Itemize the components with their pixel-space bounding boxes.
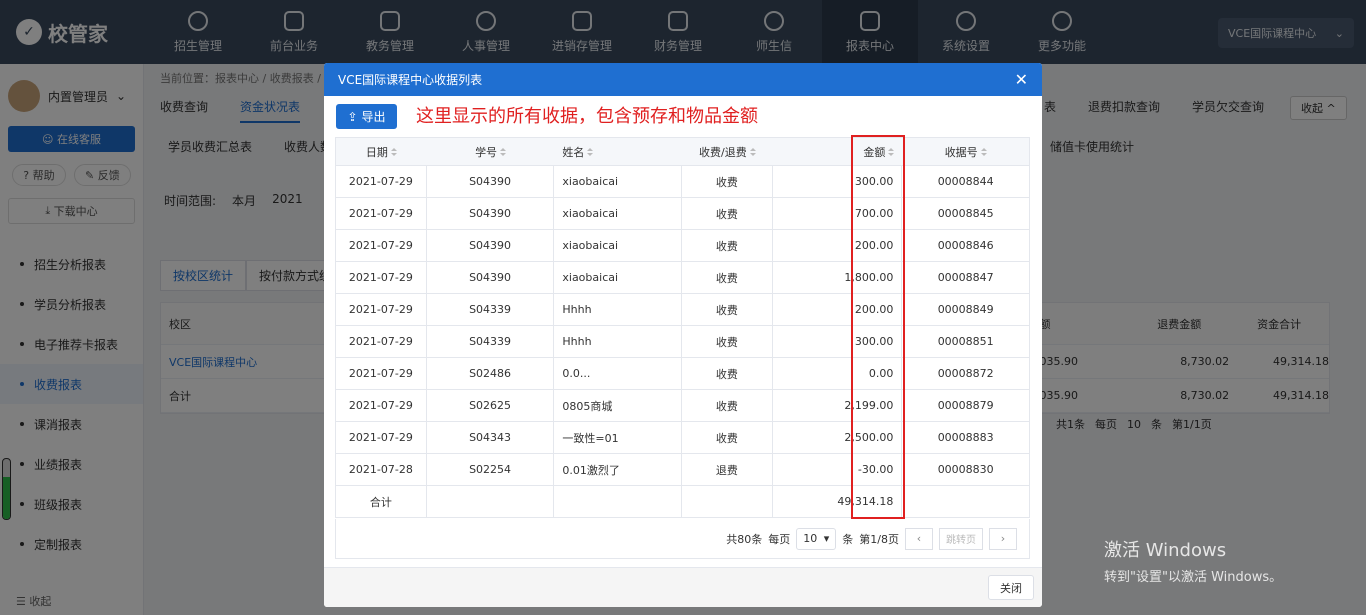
cell-type: 收费 <box>682 166 773 197</box>
cell-student-no: S04339 <box>427 326 555 357</box>
next-page-button[interactable]: › <box>989 527 1017 550</box>
cell-name: 0.01激烈了 <box>554 454 682 485</box>
cell-date: 2021-07-28 <box>336 454 427 485</box>
cell-type: 收费 <box>682 358 773 389</box>
cell-date: 2021-07-29 <box>336 230 427 261</box>
modal-footer: 关闭 <box>324 567 1042 607</box>
prev-page-button[interactable]: ‹ <box>905 527 933 550</box>
table-row[interactable]: 2021-07-29 S04343 一致性=01 收费 2,500.00 00008883 <box>336 422 1029 454</box>
modal-pager: 共80条 每页 10 ▾ 条 第1/8页 ‹ 跳转页 › <box>335 519 1030 559</box>
cell-type: 收费 <box>682 230 773 261</box>
cell-student-no: S02486 <box>427 358 555 389</box>
modal-header: VCE国际课程中心收据列表 ✕ <box>324 63 1042 96</box>
close-icon[interactable]: ✕ <box>1015 70 1028 89</box>
cell-receipt-no: 00008847 <box>937 271 994 284</box>
cell-date: 2021-07-29 <box>336 326 427 357</box>
annotation-highlight-box <box>851 135 905 519</box>
table-row[interactable]: 2021-07-29 S04390 xiaobaicai 收费 700.00 000088… <box>336 198 1029 230</box>
receipt-list-modal: VCE国际课程中心收据列表 ✕ ⇪ 导出 这里显示的所有收据，包含预存和物品金额 … <box>324 63 1042 607</box>
cell-type: 收费 <box>682 198 773 229</box>
col-name[interactable]: 姓名 <box>554 138 682 165</box>
cell-type: 收费 <box>682 390 773 421</box>
cell-receipt-no: 00008844 <box>937 175 994 188</box>
cell-student-no: S04390 <box>427 198 555 229</box>
table-body: 2021-07-29 S04390 xiaobaicai 收费 300.00 000088… <box>336 166 1029 486</box>
cell-name: Hhhh <box>554 294 682 325</box>
cell-name: 0.0... <box>554 358 682 389</box>
col-student-no[interactable]: 学号 <box>427 138 555 165</box>
cell-date: 2021-07-29 <box>336 390 427 421</box>
modal-title: VCE国际课程中心收据列表 <box>338 73 483 87</box>
cell-type: 收费 <box>682 422 773 453</box>
table-total-row: 合计 49,314.18 <box>336 486 1029 518</box>
cell-receipt-no: 00008883 <box>937 431 994 444</box>
cell-name: Hhhh <box>554 326 682 357</box>
cell-name: xiaobaicai <box>554 262 682 293</box>
sort-caret-icon <box>749 147 756 156</box>
cell-type: 收费 <box>682 326 773 357</box>
sort-caret-icon <box>390 147 397 156</box>
modal-toolbar: ⇪ 导出 这里显示的所有收据，包含预存和物品金额 <box>324 96 1042 134</box>
col-type[interactable]: 收费/退费 <box>682 138 773 165</box>
upload-icon: ⇪ <box>347 109 358 124</box>
cell-type: 收费 <box>682 294 773 325</box>
cell-type: 退费 <box>682 454 773 485</box>
chevron-down-icon: ▾ <box>823 532 830 545</box>
cell-receipt-no: 00008830 <box>937 463 994 476</box>
jump-page-input[interactable]: 跳转页 <box>939 527 983 550</box>
col-receipt-no[interactable]: 收据号 <box>902 138 1029 165</box>
table-header: 日期 学号 姓名 收费/退费 金额 收据号 <box>336 138 1029 166</box>
annotation-note: 这里显示的所有收据，包含预存和物品金额 <box>416 106 758 127</box>
cell-student-no: S04390 <box>427 262 555 293</box>
cell-student-no: S04343 <box>427 422 555 453</box>
col-date[interactable]: 日期 <box>336 138 427 165</box>
chevron-left-icon: ‹ <box>916 532 922 545</box>
cell-name: xiaobaicai <box>554 230 682 261</box>
cell-name: 0805商城 <box>554 390 682 421</box>
cell-date: 2021-07-29 <box>336 294 427 325</box>
cell-date: 2021-07-29 <box>336 198 427 229</box>
page-size-select[interactable]: 10 ▾ <box>796 527 837 550</box>
table-row[interactable]: 2021-07-29 S04339 Hhhh 收费 300.00 00008851 <box>336 326 1029 358</box>
windows-activation-watermark: 激活 Windows 转到"设置"以激活 Windows。 <box>1104 540 1283 585</box>
cell-student-no: S04339 <box>427 294 555 325</box>
cell-receipt-no: 00008849 <box>937 303 994 316</box>
cell-receipt-no: 00008872 <box>937 367 994 380</box>
cell-type: 收费 <box>682 262 773 293</box>
cell-receipt-no: 00008846 <box>937 239 994 252</box>
sort-caret-icon <box>587 147 594 156</box>
cell-name: xiaobaicai <box>554 166 682 197</box>
table-row[interactable]: 2021-07-29 S04339 Hhhh 收费 200.00 00008849 <box>336 294 1029 326</box>
cell-date: 2021-07-29 <box>336 166 427 197</box>
cell-student-no: S02254 <box>427 454 555 485</box>
sort-caret-icon <box>980 147 987 156</box>
export-button[interactable]: ⇪ 导出 <box>336 104 397 129</box>
cell-student-no: S02625 <box>427 390 555 421</box>
close-button[interactable]: 关闭 <box>988 575 1034 600</box>
cell-date: 2021-07-29 <box>336 422 427 453</box>
cell-receipt-no: 00008851 <box>937 335 994 348</box>
cell-date: 2021-07-29 <box>336 358 427 389</box>
table-row[interactable]: 2021-07-29 S02486 0.0... 收费 0.00 00008872 <box>336 358 1029 390</box>
table-row[interactable]: 2021-07-29 S04390 xiaobaicai 收费 1,800.00 0000… <box>336 262 1029 294</box>
table-row[interactable]: 2021-07-28 S02254 0.01激烈了 退费 -30.00 00008830 <box>336 454 1029 486</box>
table-row[interactable]: 2021-07-29 S02625 0805商城 收费 2,199.00 00008879 <box>336 390 1029 422</box>
cell-name: 一致性=01 <box>554 422 682 453</box>
receipt-table: 日期 学号 姓名 收费/退费 金额 收据号 2021-07-29 S04390 xi… <box>335 137 1030 518</box>
cell-receipt-no: 00008845 <box>937 207 994 220</box>
chevron-right-icon: › <box>1000 532 1006 545</box>
cell-date: 2021-07-29 <box>336 262 427 293</box>
cell-name: xiaobaicai <box>554 198 682 229</box>
table-row[interactable]: 2021-07-29 S04390 xiaobaicai 收费 200.00 000088… <box>336 230 1029 262</box>
cell-student-no: S04390 <box>427 166 555 197</box>
cell-receipt-no: 00008879 <box>937 399 994 412</box>
table-row[interactable]: 2021-07-29 S04390 xiaobaicai 收费 300.00 000088… <box>336 166 1029 198</box>
cell-student-no: S04390 <box>427 230 555 261</box>
sort-caret-icon <box>500 147 507 156</box>
